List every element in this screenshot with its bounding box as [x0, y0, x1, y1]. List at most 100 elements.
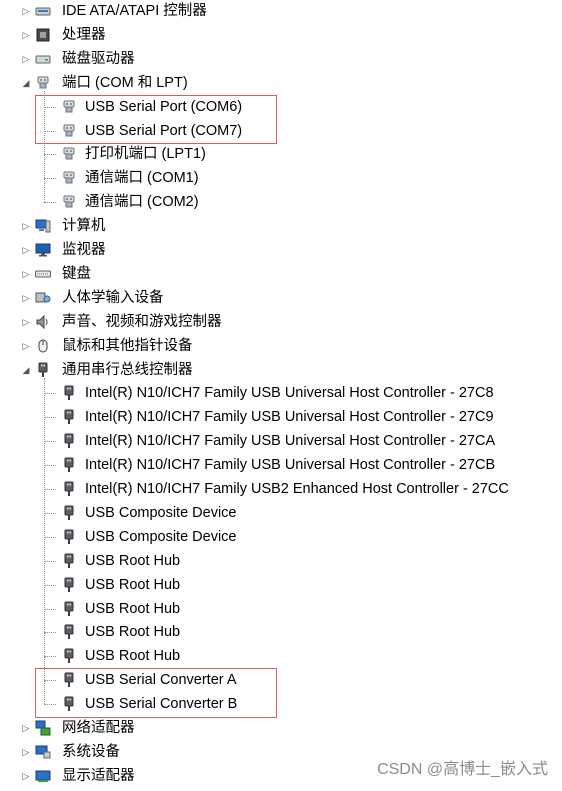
tree-connector-line — [44, 584, 56, 586]
expand-arrow-icon[interactable]: ▷ — [22, 771, 30, 780]
tree-item-label: 处理器 — [62, 26, 106, 43]
expand-arrow-icon[interactable]: ▷ — [22, 246, 30, 255]
tree-category-monitor[interactable]: ▷ 监视器 — [0, 239, 562, 261]
display-adapter-icon — [35, 768, 51, 784]
watermark: CSDN @高博士_嵌入式 — [377, 761, 548, 778]
tree-device-lpt1[interactable]: 打印机端口 (LPT1) — [0, 143, 562, 165]
tree-item-label: 网络适配器 — [62, 720, 135, 736]
tree-device-hub4[interactable]: USB Root Hub — [0, 621, 562, 643]
tree-category-ide[interactable]: ▷ IDE ATA/ATAPI 控制器 — [0, 0, 562, 22]
tree-device-com2[interactable]: 通信端口 (COM2) — [0, 191, 562, 213]
expand-arrow-icon[interactable]: ▷ — [22, 341, 30, 350]
tree-device-hub2[interactable]: USB Root Hub — [0, 574, 562, 596]
tree-connector-line — [44, 202, 56, 204]
usb-icon — [61, 577, 77, 593]
tree-item-label: 通信端口 (COM2) — [85, 194, 199, 211]
usb-icon — [61, 481, 77, 497]
tree-device-hub3[interactable]: USB Root Hub — [0, 598, 562, 620]
expand-arrow-icon[interactable]: ▷ — [22, 222, 30, 231]
tree-category-usb[interactable]: ◢ 通用串行总线控制器 — [0, 359, 562, 381]
usb-icon — [61, 433, 77, 449]
tree-device-usb27c8[interactable]: Intel(R) N10/ICH7 Family USB Universal H… — [0, 382, 562, 404]
tree-connector-line — [44, 656, 56, 658]
usb-icon — [61, 409, 77, 425]
collapse-arrow-icon[interactable]: ◢ — [22, 78, 30, 87]
tree-item-label: 鼠标和其他指针设备 — [62, 337, 193, 354]
tree-category-net[interactable]: ▷ 网络适配器 — [0, 717, 562, 739]
tree-connector-line — [44, 465, 56, 467]
tree-item-label: 计算机 — [62, 218, 106, 235]
tree-category-hid[interactable]: ▷ 人体学输入设备 — [0, 287, 562, 309]
tree-item-label: USB Composite Device — [85, 528, 237, 545]
tree-connector-line — [44, 441, 56, 443]
tree-category-sound[interactable]: ▷ 声音、视频和游戏控制器 — [0, 311, 562, 333]
tree-item-label: USB Root Hub — [85, 624, 181, 641]
tree-category-keyboard[interactable]: ▷ 键盘 — [0, 263, 562, 285]
system-icon — [35, 744, 51, 760]
port-icon — [35, 75, 51, 91]
usb-icon — [61, 505, 77, 521]
computer-icon — [35, 218, 51, 234]
tree-connector-line — [44, 417, 56, 419]
tree-connector-line — [44, 512, 56, 514]
expand-arrow-icon[interactable]: ▷ — [22, 724, 30, 733]
tree-device-usb27ca[interactable]: Intel(R) N10/ICH7 Family USB Universal H… — [0, 430, 562, 452]
tree-device-usb27cb[interactable]: Intel(R) N10/ICH7 Family USB Universal H… — [0, 454, 562, 476]
tree-category-cpu[interactable]: ▷ 处理器 — [0, 24, 562, 46]
usb-icon — [61, 553, 77, 569]
expand-arrow-icon[interactable]: ▷ — [22, 7, 30, 16]
monitor-icon — [35, 242, 51, 258]
tree-item-label: 键盘 — [62, 265, 91, 282]
tree-category-mouse[interactable]: ▷ 鼠标和其他指针设备 — [0, 335, 562, 357]
highlight-box-com-ports — [35, 94, 277, 145]
tree-connector-line — [44, 178, 56, 180]
tree-item-label: USB Composite Device — [85, 504, 237, 521]
processor-icon — [35, 27, 51, 43]
tree-connector-line — [44, 560, 56, 562]
ide-controller-icon — [35, 3, 51, 19]
device-tree: ▷ IDE ATA/ATAPI 控制器 ▷ 处理器 ▷ 磁盘驱动器 ◢ 端口 (COM 和 L… — [0, 0, 562, 787]
tree-device-hub5[interactable]: USB Root Hub — [0, 645, 562, 667]
tree-item-label: 端口 (COM 和 LPT) — [62, 74, 188, 91]
tree-device-comp2[interactable]: USB Composite Device — [0, 526, 562, 548]
network-icon — [35, 720, 51, 736]
mouse-icon — [35, 338, 51, 354]
tree-item-label: USB Root Hub — [85, 576, 181, 593]
tree-device-usb27c9[interactable]: Intel(R) N10/ICH7 Family USB Universal H… — [0, 406, 562, 428]
tree-item-label: Intel(R) N10/ICH7 Family USB Universal H… — [85, 409, 494, 426]
expand-arrow-icon[interactable]: ▷ — [22, 293, 30, 302]
port-icon — [61, 170, 77, 186]
tree-item-label: 通信端口 (COM1) — [85, 170, 199, 187]
usb-icon — [61, 385, 77, 401]
tree-item-label: 打印机端口 (LPT1) — [85, 146, 206, 163]
tree-device-com1[interactable]: 通信端口 (COM1) — [0, 167, 562, 189]
expand-arrow-icon[interactable]: ▷ — [22, 269, 30, 278]
tree-item-label: 人体学输入设备 — [62, 289, 164, 306]
tree-connector-line — [44, 393, 56, 395]
usb-icon — [61, 529, 77, 545]
tree-category-computer[interactable]: ▷ 计算机 — [0, 215, 562, 237]
tree-category-ports[interactable]: ◢ 端口 (COM 和 LPT) — [0, 72, 562, 94]
tree-device-hub1[interactable]: USB Root Hub — [0, 550, 562, 572]
usb-icon — [35, 362, 51, 378]
expand-arrow-icon[interactable]: ▷ — [22, 54, 30, 63]
expand-arrow-icon[interactable]: ▷ — [22, 30, 30, 39]
usb-icon — [61, 457, 77, 473]
tree-category-disk[interactable]: ▷ 磁盘驱动器 — [0, 48, 562, 70]
port-icon — [61, 146, 77, 162]
tree-item-label: USB Root Hub — [85, 600, 181, 617]
tree-item-label: Intel(R) N10/ICH7 Family USB Universal H… — [85, 433, 496, 450]
tree-item-label: Intel(R) N10/ICH7 Family USB Universal H… — [85, 457, 496, 474]
tree-item-label: 磁盘驱动器 — [62, 50, 135, 67]
tree-connector-line — [44, 536, 56, 538]
tree-device-comp1[interactable]: USB Composite Device — [0, 502, 562, 524]
expand-arrow-icon[interactable]: ▷ — [22, 747, 30, 756]
disk-drive-icon — [35, 51, 51, 67]
usb-icon — [61, 624, 77, 640]
collapse-arrow-icon[interactable]: ◢ — [22, 365, 30, 374]
expand-arrow-icon[interactable]: ▷ — [22, 317, 30, 326]
tree-item-label: USB Root Hub — [85, 648, 181, 665]
tree-item-label: 系统设备 — [62, 743, 120, 760]
tree-item-label: 显示适配器 — [62, 767, 135, 784]
tree-device-usb27cc[interactable]: Intel(R) N10/ICH7 Family USB2 Enhanced H… — [0, 478, 562, 500]
